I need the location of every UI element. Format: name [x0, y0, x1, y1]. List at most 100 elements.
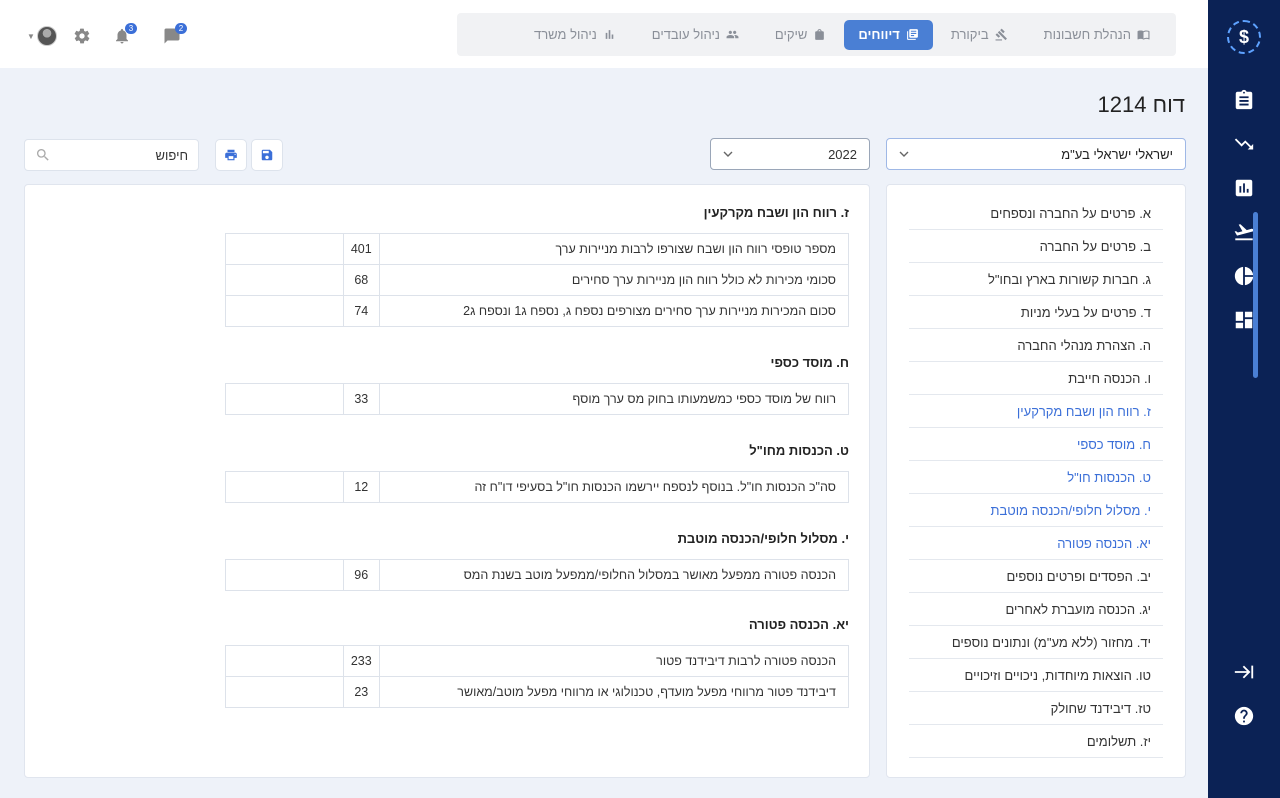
toc-item[interactable]: ז. רווח הון ושבח מקרקעין	[909, 395, 1163, 428]
notifications-button[interactable]: 3	[102, 22, 142, 50]
row-value[interactable]: 74	[342, 295, 380, 327]
year-select-value: 2022	[828, 146, 857, 162]
toc-item[interactable]: ג. חברות קשורות בארץ ובחו"ל	[909, 263, 1163, 296]
company-select-value: ישראלי ישראלי בע"מ	[1061, 146, 1173, 162]
row-value[interactable]: 233	[342, 645, 380, 677]
row-label: סכום המכירות מניירות ערך סחירים מצורפים …	[378, 295, 850, 327]
toc-item[interactable]: יד. מחזור (ללא מע"מ) ונתונים נוספים	[909, 626, 1163, 659]
page-title: דוח 1214	[1097, 92, 1185, 117]
notifications-badge: 3	[125, 23, 137, 34]
nav-reports[interactable]: דיווחים	[844, 19, 933, 50]
toc-item[interactable]: ח. מוסד כספי	[909, 428, 1163, 461]
nav-office-label: ניהול משרד	[534, 27, 597, 42]
chevron-down-icon: ▼	[27, 31, 35, 41]
row-input-cell[interactable]	[225, 264, 344, 296]
row-value[interactable]: 33	[342, 383, 380, 415]
print-icon	[225, 149, 237, 161]
print-button[interactable]	[215, 139, 247, 171]
toc-item[interactable]: טז. דיבידנד שחולק	[909, 692, 1163, 725]
table-row: דיבידנד פטור מרווחי מפעל מועדף, טכנולוגי…	[225, 676, 850, 708]
table-row: רווח של מוסד כספי כמשמעותו בחוק מס ערך מ…	[225, 383, 850, 415]
search-box	[24, 139, 199, 171]
table-row: הכנסה פטורה לרבות דיבידנד פטור 233	[225, 645, 850, 677]
row-value[interactable]: 12	[342, 471, 380, 503]
avatar	[36, 26, 57, 46]
row-label: סה"כ הכנסות חו"ל. בנוסף לנספח יירשמו הכנ…	[378, 471, 850, 503]
row-label: הכנסה פטורה לרבות דיבידנד פטור	[378, 645, 850, 677]
year-select[interactable]: 2022	[710, 138, 870, 170]
settings-button[interactable]	[62, 22, 102, 50]
row-input-cell[interactable]	[225, 471, 344, 503]
nav-employees[interactable]: ניהול עובדים	[634, 20, 757, 50]
search-input[interactable]	[51, 147, 188, 163]
row-input-cell[interactable]	[225, 233, 344, 265]
toc-item[interactable]: ט. הכנסות חו"ל	[909, 461, 1163, 494]
pie-chart-icon[interactable]	[1224, 256, 1264, 296]
toc-item[interactable]: ו. הכנסה חייבת	[909, 362, 1163, 395]
section-title: י. מסלול חלופי/הכנסה מוטבת	[677, 531, 849, 546]
toc-item[interactable]: יג. הכנסה מועברת לאחרים	[909, 593, 1163, 626]
toc-item[interactable]: א. פרטים על החברה ונספחים	[909, 197, 1163, 230]
row-value[interactable]: 401	[342, 233, 380, 265]
row-input-cell[interactable]	[225, 383, 344, 415]
newspaper-icon	[906, 29, 918, 40]
book-icon	[1137, 30, 1150, 40]
messages-button[interactable]: 2	[152, 22, 192, 50]
toc-item[interactable]: ב. פרטים על החברה	[909, 230, 1163, 263]
company-select[interactable]: ישראלי ישראלי בע"מ	[886, 138, 1186, 170]
row-input-cell[interactable]	[225, 676, 344, 708]
bar-chart-icon[interactable]	[1224, 168, 1264, 208]
nav-audit[interactable]: ביקורת	[933, 20, 1026, 50]
table-row: הכנסה פטורה ממפעל מאושר במסלול החלופי/ממ…	[225, 559, 850, 591]
clipboard-icon[interactable]	[1224, 80, 1264, 120]
table-row: סכומי מכירות לא כולל רווח הון מניירות ער…	[225, 264, 850, 296]
side-rail: $	[1208, 0, 1280, 798]
main-nav: הנהלת חשבונות ביקורת דיווחים שיקים ניהול…	[457, 13, 1176, 56]
nav-accounting[interactable]: הנהלת חשבונות	[1026, 20, 1168, 50]
row-input-cell[interactable]	[225, 295, 344, 327]
bag-icon	[815, 29, 825, 40]
nav-checks[interactable]: שיקים	[757, 20, 844, 50]
toc-active-indicator	[1253, 212, 1258, 378]
trend-down-icon[interactable]	[1224, 124, 1264, 164]
nav-reports-label: דיווחים	[858, 27, 900, 42]
toc-item[interactable]: טו. הוצאות מיוחדות, ניכויים וזיכויים	[909, 659, 1163, 692]
row-label: דיבידנד פטור מרווחי מפעל מועדף, טכנולוגי…	[378, 676, 850, 708]
section-table: סה"כ הכנסות חו"ל. בנוסף לנספח יירשמו הכנ…	[225, 471, 850, 503]
user-menu[interactable]: ▼	[22, 22, 62, 50]
plane-depart-icon[interactable]	[1224, 212, 1264, 252]
toc-item[interactable]: יז. תשלומים	[909, 725, 1163, 758]
users-icon	[726, 30, 739, 39]
section-table: מספר טופסי רווח הון ושבח שצורפו לרבות מנ…	[225, 233, 850, 327]
chevron-down-icon	[899, 151, 909, 157]
toc-item[interactable]: ה. הצהרת מנהלי החברה	[909, 329, 1163, 362]
collapse-arrow-icon[interactable]	[1224, 652, 1264, 692]
row-label: רווח של מוסד כספי כמשמעותו בחוק מס ערך מ…	[378, 383, 850, 415]
row-value[interactable]: 68	[342, 264, 380, 296]
top-icons: ▼ 3 2	[22, 22, 192, 50]
chevron-down-icon	[723, 151, 733, 157]
nav-accounting-label: הנהלת חשבונות	[1043, 27, 1131, 42]
section-title: ז. רווח הון ושבח מקרקעין	[703, 205, 849, 220]
save-button[interactable]	[251, 139, 283, 171]
section-table: הכנסה פטורה לרבות דיבידנד פטור 233 דיבידנד…	[225, 645, 850, 708]
toc-panel: א. פרטים על החברה ונספחים ב. פרטים על החב…	[886, 184, 1186, 778]
section-title: ח. מוסד כספי	[770, 355, 849, 370]
app-logo[interactable]: $	[1227, 20, 1261, 54]
row-value[interactable]: 96	[342, 559, 380, 591]
dashboard-icon[interactable]	[1224, 300, 1264, 340]
toc-item[interactable]: ד. פרטים על בעלי מניות	[909, 296, 1163, 329]
row-value[interactable]: 23	[342, 676, 380, 708]
table-row: סכום המכירות מניירות ערך סחירים מצורפים …	[225, 295, 850, 327]
row-input-cell[interactable]	[225, 645, 344, 677]
row-label: סכומי מכירות לא כולל רווח הון מניירות ער…	[378, 264, 850, 296]
toc-list: א. פרטים על החברה ונספחים ב. פרטים על החב…	[909, 197, 1163, 758]
row-input-cell[interactable]	[225, 559, 344, 591]
toc-item[interactable]: יב. הפסדים ופרטים נוספים	[909, 560, 1163, 593]
top-bar: ▼ 3 2 הנהלת חשבונות ביקורת דיווחים שיקים…	[0, 0, 1208, 68]
toc-item[interactable]: י. מסלול חלופי/הכנסה מוטבת	[909, 494, 1163, 527]
toc-item[interactable]: יא. הכנסה פטורה	[909, 527, 1163, 560]
nav-office[interactable]: ניהול משרד	[516, 20, 634, 50]
help-icon[interactable]	[1224, 696, 1264, 736]
row-label: הכנסה פטורה ממפעל מאושר במסלול החלופי/ממ…	[378, 559, 850, 591]
